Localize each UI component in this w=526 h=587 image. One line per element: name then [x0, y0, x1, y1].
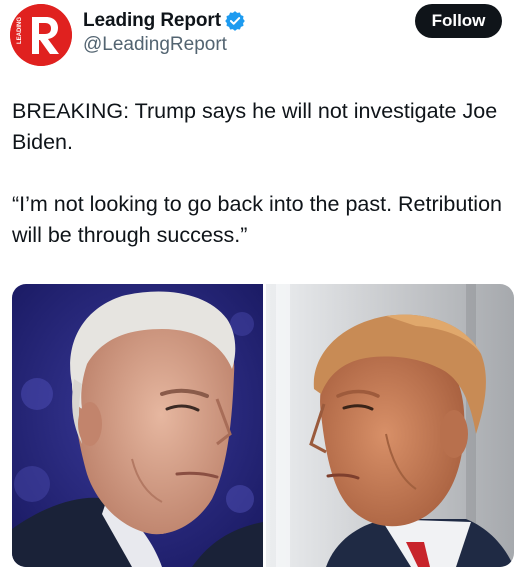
tweet-paragraph: BREAKING: Trump says he will not investi…	[12, 99, 498, 154]
display-name[interactable]: Leading Report	[83, 10, 221, 32]
tweet-text: BREAKING: Trump says he will not investi…	[12, 96, 512, 251]
svg-text:LEADING: LEADING	[17, 17, 23, 44]
biden-portrait-image	[12, 284, 263, 567]
verified-badge-icon	[225, 11, 245, 31]
trump-portrait-image	[266, 284, 514, 567]
account-avatar[interactable]: LEADING	[10, 4, 72, 66]
photo-trump[interactable]	[266, 284, 514, 567]
follow-button[interactable]: Follow	[415, 4, 502, 38]
name-row: Leading Report	[83, 8, 245, 34]
tweet-card: LEADING Leading Report @LeadingReport Fo…	[0, 0, 526, 587]
tweet-paragraph: “I’m not looking to go back into the pas…	[12, 192, 502, 247]
media-grid	[12, 284, 514, 567]
photo-biden[interactable]	[12, 284, 263, 567]
account-handle[interactable]: @LeadingReport	[83, 34, 227, 56]
leading-report-logo-icon: LEADING	[10, 4, 72, 66]
